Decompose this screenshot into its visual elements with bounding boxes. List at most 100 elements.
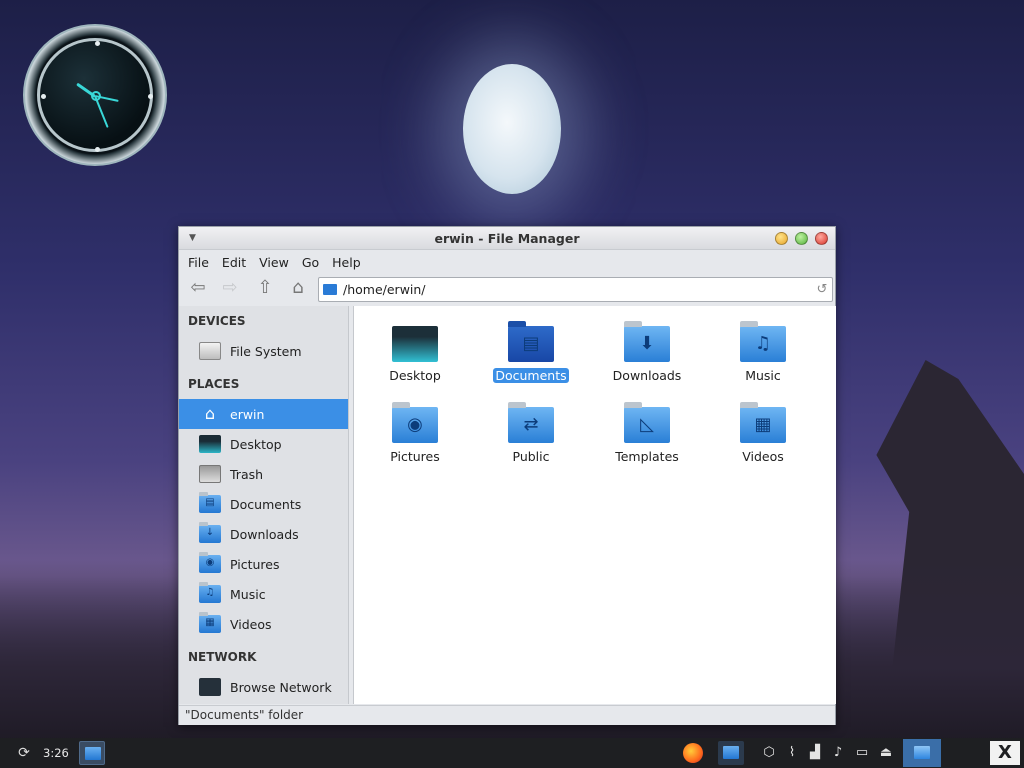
sidebar-item-label: Pictures bbox=[230, 556, 280, 572]
sidebar-item-browse-network[interactable]: Browse Network bbox=[179, 672, 348, 702]
eject-icon[interactable]: ⏏ bbox=[877, 744, 895, 762]
file-item-templates[interactable]: ◺ Templates bbox=[599, 402, 695, 464]
file-item-music[interactable]: ♫ Music bbox=[715, 321, 811, 383]
sidebar-item-pictures[interactable]: ◉ Pictures bbox=[179, 549, 348, 579]
sidebar-item-label: File System bbox=[230, 343, 302, 359]
file-item-downloads[interactable]: ⬇ Downloads bbox=[599, 321, 695, 383]
file-item-pictures[interactable]: ◉ Pictures bbox=[367, 402, 463, 464]
menu-bar: File Edit View Go Help bbox=[179, 250, 835, 274]
file-manager-launcher[interactable] bbox=[79, 741, 105, 765]
window-body: DEVICES File System PLACES ⌂ erwin Deskt… bbox=[179, 306, 836, 705]
sidebar-item-music[interactable]: ♫ Music bbox=[179, 579, 348, 609]
location-bar[interactable]: /home/erwin/ ↺ bbox=[318, 277, 833, 302]
home-icon[interactable]: ⌂ bbox=[287, 278, 309, 300]
taskbar: ⟳ 3:26 ⬡ ⌇ ▟ ♪ ▭ ⏏ X bbox=[0, 738, 1024, 768]
sidebar-item-label: Trash bbox=[230, 466, 264, 482]
file-manager-window-icon bbox=[914, 746, 930, 759]
desktop-icon bbox=[199, 435, 221, 453]
clock-tick bbox=[95, 41, 100, 46]
clock-tick bbox=[41, 94, 46, 99]
side-pane: DEVICES File System PLACES ⌂ erwin Deskt… bbox=[179, 306, 349, 704]
home-folder-icon bbox=[85, 747, 101, 760]
battery-icon[interactable]: ▭ bbox=[853, 744, 871, 762]
menu-file[interactable]: File bbox=[188, 255, 209, 270]
music-folder-icon: ♫ bbox=[740, 321, 786, 362]
sidebar-item-label: Documents bbox=[230, 496, 302, 512]
status-bar: "Documents" folder bbox=[179, 705, 835, 725]
close-button[interactable] bbox=[815, 232, 828, 245]
sidebar-item-file-system[interactable]: File System bbox=[179, 336, 348, 366]
documents-folder-icon: ▤ bbox=[199, 492, 221, 513]
menu-go[interactable]: Go bbox=[302, 255, 319, 270]
drive-icon bbox=[199, 342, 221, 360]
music-folder-icon: ♫ bbox=[199, 582, 221, 603]
package-icon[interactable]: ⬡ bbox=[760, 744, 778, 762]
sidebar-item-erwin[interactable]: ⌂ erwin bbox=[179, 399, 348, 429]
power-icon[interactable]: ⟳ bbox=[16, 745, 32, 761]
file-item-label: Templates bbox=[615, 449, 679, 464]
sidebar-item-trash[interactable]: Trash bbox=[179, 459, 348, 489]
devices-header: DEVICES bbox=[188, 314, 246, 328]
taskbar-clock[interactable]: 3:26 bbox=[43, 746, 69, 760]
file-item-label: Desktop bbox=[389, 368, 441, 383]
back-arrow-icon[interactable]: ⇦ bbox=[187, 278, 209, 300]
window-title: erwin - File Manager bbox=[434, 231, 580, 246]
reload-icon[interactable]: ↺ bbox=[812, 282, 832, 297]
sidebar-item-downloads[interactable]: ↓ Downloads bbox=[179, 519, 348, 549]
videos-folder-icon: ▦ bbox=[199, 612, 221, 633]
title-bar[interactable]: ▼ erwin - File Manager bbox=[179, 227, 835, 250]
menu-edit[interactable]: Edit bbox=[222, 255, 246, 270]
pictures-folder-icon: ◉ bbox=[392, 402, 438, 443]
file-manager-icon[interactable] bbox=[718, 741, 744, 765]
videos-folder-icon: ▦ bbox=[740, 402, 786, 443]
sidebar-item-label: Videos bbox=[230, 616, 272, 632]
file-manager-window: ▼ erwin - File Manager File Edit View Go… bbox=[178, 226, 836, 725]
file-item-videos[interactable]: ▦ Videos bbox=[715, 402, 811, 464]
signal-icon[interactable]: ▟ bbox=[806, 744, 824, 762]
home-icon: ⌂ bbox=[204, 404, 216, 423]
file-item-label: Videos bbox=[742, 449, 784, 464]
sidebar-item-documents[interactable]: ▤ Documents bbox=[179, 489, 348, 519]
menu-help[interactable]: Help bbox=[332, 255, 361, 270]
up-arrow-icon[interactable]: ⇧ bbox=[254, 278, 276, 300]
file-item-label: Downloads bbox=[612, 368, 682, 383]
file-item-desktop[interactable]: Desktop bbox=[367, 326, 463, 383]
forward-arrow-icon[interactable]: ⇨ bbox=[219, 278, 241, 300]
sidebar-item-label: Downloads bbox=[230, 526, 299, 542]
public-folder-icon: ⇄ bbox=[508, 402, 554, 443]
analog-clock-widget bbox=[23, 24, 167, 166]
file-item-label: Documents bbox=[493, 368, 569, 383]
toolbar: ⇦ ⇨ ⇧ ⌂ /home/erwin/ ↺ bbox=[179, 274, 835, 305]
active-window-button[interactable] bbox=[903, 739, 941, 767]
x-menu-icon[interactable]: X bbox=[990, 741, 1020, 765]
menu-view[interactable]: View bbox=[259, 255, 289, 270]
desktop-folder-icon bbox=[392, 326, 438, 362]
volume-icon[interactable]: ♪ bbox=[829, 744, 847, 762]
clock-tick bbox=[95, 147, 100, 152]
file-item-label: Music bbox=[745, 368, 781, 383]
file-item-label: Pictures bbox=[390, 449, 440, 464]
maximize-button[interactable] bbox=[795, 232, 808, 245]
clock-tick bbox=[148, 94, 153, 99]
sidebar-item-desktop[interactable]: Desktop bbox=[179, 429, 348, 459]
clipboard-icon[interactable]: ⌇ bbox=[783, 744, 801, 762]
pictures-folder-icon: ◉ bbox=[199, 552, 221, 573]
documents-folder-icon: ▤ bbox=[508, 321, 554, 362]
firefox-icon[interactable] bbox=[683, 743, 703, 763]
moon-wallpaper bbox=[463, 64, 561, 194]
sidebar-item-label: Music bbox=[230, 586, 266, 602]
file-item-public[interactable]: ⇄ Public bbox=[483, 402, 579, 464]
downloads-folder-icon: ↓ bbox=[199, 522, 221, 543]
file-item-documents[interactable]: ▤ Documents bbox=[483, 321, 579, 383]
file-item-label: Public bbox=[512, 449, 550, 464]
sidebar-item-label: Browse Network bbox=[230, 679, 332, 695]
network-icon bbox=[199, 678, 221, 696]
location-input[interactable]: /home/erwin/ bbox=[343, 282, 812, 297]
templates-folder-icon: ◺ bbox=[624, 402, 670, 443]
sidebar-item-label: Desktop bbox=[230, 436, 282, 452]
network-header: NETWORK bbox=[188, 650, 257, 664]
minimize-button[interactable] bbox=[775, 232, 788, 245]
sidebar-item-videos[interactable]: ▦ Videos bbox=[179, 609, 348, 639]
sidebar-item-label: erwin bbox=[230, 406, 265, 422]
places-header: PLACES bbox=[188, 377, 240, 391]
